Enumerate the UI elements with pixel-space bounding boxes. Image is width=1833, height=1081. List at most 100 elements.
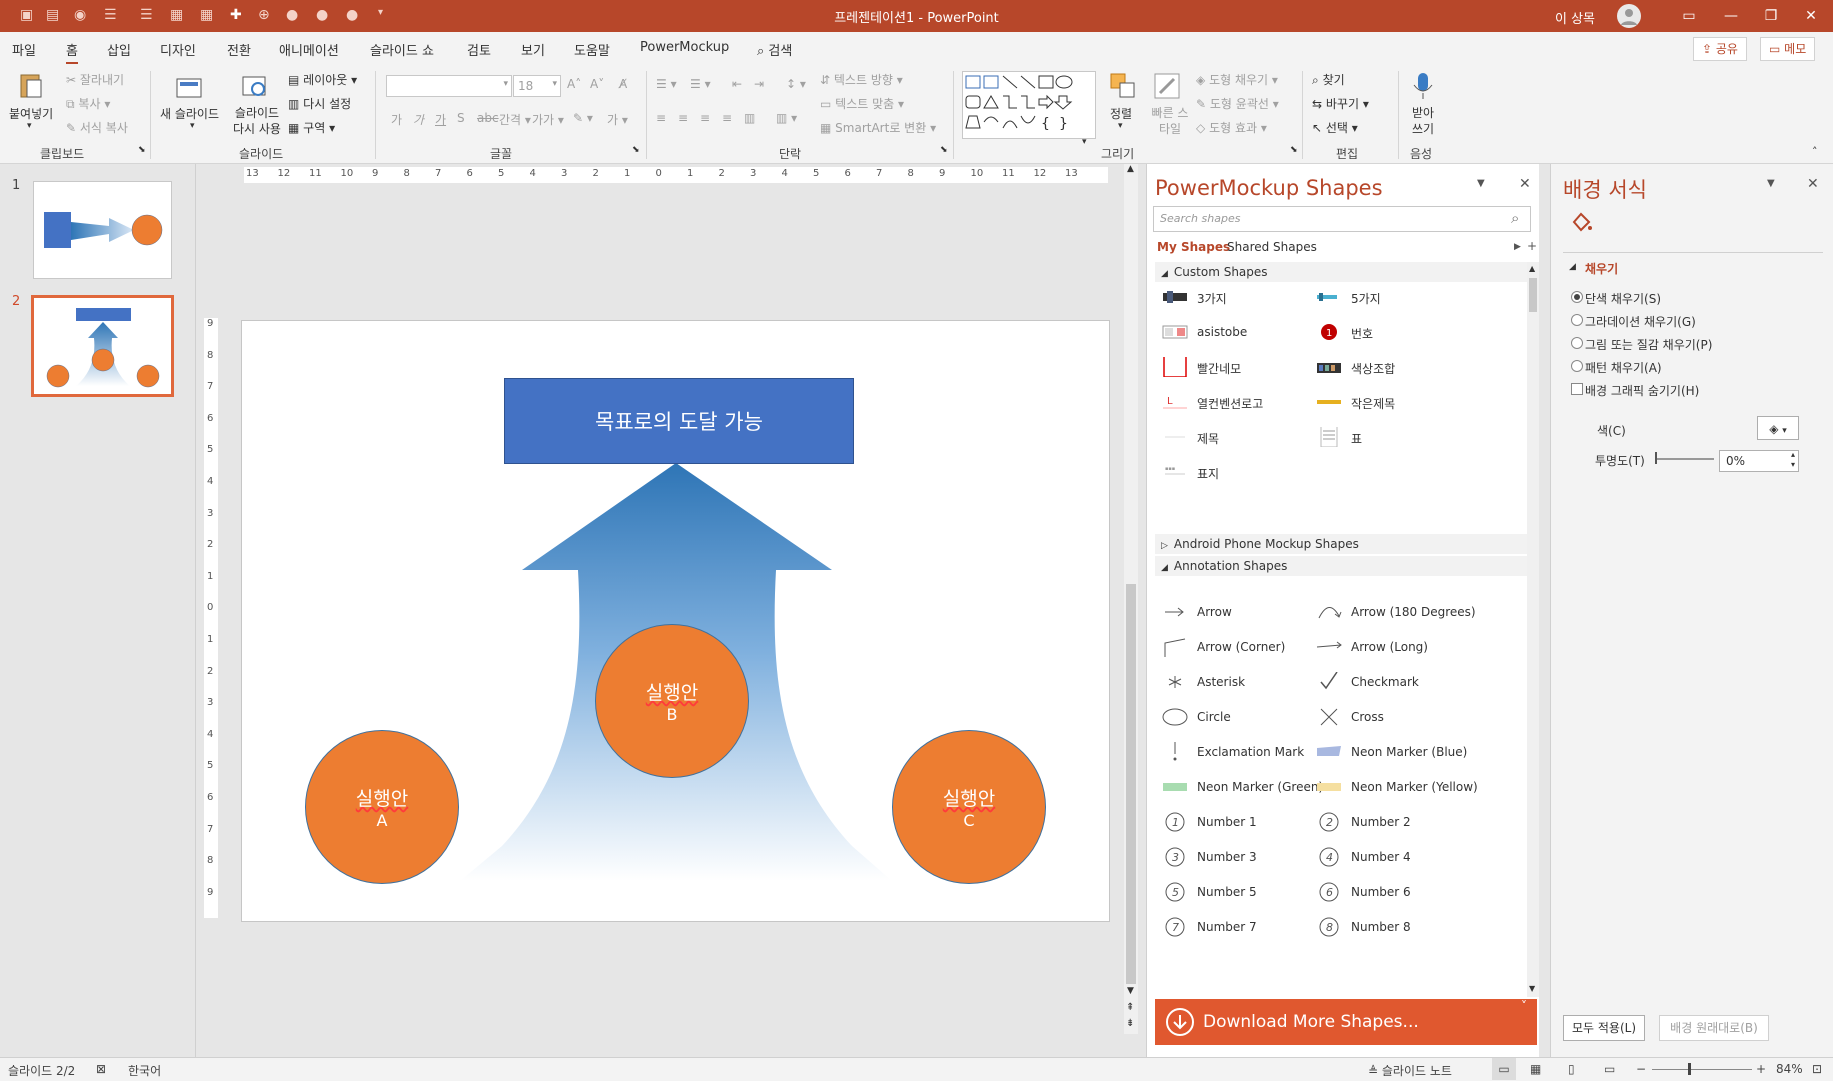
tab-review[interactable]: 검토 [467, 40, 491, 59]
font-launcher-icon[interactable]: ⬊ [632, 145, 640, 155]
paste-button[interactable]: 붙여넣기 [9, 105, 53, 122]
section-button[interactable]: ▦ 구역 ▾ [288, 119, 335, 136]
shape-item[interactable]: Arrow [1165, 605, 1232, 619]
columns-icon[interactable]: ▥ ▾ [776, 111, 797, 125]
tab-powermockup[interactable]: PowerMockup [640, 40, 729, 55]
shadow-icon[interactable]: S [457, 111, 465, 125]
clear-format-icon[interactable]: A̸ [619, 77, 627, 91]
reset-button[interactable]: ▥ 다시 설정 [288, 95, 351, 112]
slide-thumbnail-2[interactable] [31, 295, 174, 397]
paste-icon[interactable] [16, 71, 46, 101]
arrange-dropdown-icon[interactable]: ▾ [1118, 121, 1123, 131]
shape-list-scrollbar[interactable]: ▲ ▼ [1527, 262, 1539, 997]
shapes-more-icon[interactable]: ▾ [1082, 137, 1087, 147]
bold-icon[interactable]: 가 [391, 111, 402, 128]
tab-design[interactable]: 디자인 [160, 40, 196, 59]
underline-icon[interactable]: 가 [435, 111, 446, 128]
smartart-button[interactable]: ▦ SmartArt로 변환 ▾ [820, 119, 936, 136]
chevron-down-icon[interactable]: ˅ [1521, 999, 1527, 1013]
paragraph-launcher-icon[interactable]: ⬊ [940, 145, 948, 155]
shape-item[interactable]: Neon Marker (Green) [1163, 780, 1323, 794]
shape-effects-button[interactable]: ◇ 도형 효과 ▾ [1196, 119, 1267, 136]
char-spacing-icon[interactable]: 간격 ▾ [499, 111, 531, 128]
tab-insert[interactable]: 삽입 [107, 40, 131, 59]
pattern-fill-option[interactable]: 패턴 채우기(A) [1571, 359, 1662, 376]
shape-item[interactable]: 작은제목 [1317, 395, 1395, 412]
align-center-icon[interactable]: ≡ [678, 111, 688, 125]
bullets-button-icon[interactable]: ☰ ▾ [656, 77, 677, 91]
font-name-dropdown[interactable]: ▾ [386, 75, 512, 97]
distribute-icon[interactable]: ▥ [744, 111, 755, 125]
increase-indent-icon[interactable]: ⇥ [754, 77, 764, 91]
font-color-icon[interactable]: 가 ▾ [607, 111, 628, 128]
comments-button[interactable]: ▭ 메모 [1760, 37, 1816, 61]
tab-animations[interactable]: 애니메이션 [279, 40, 339, 59]
scroll-down-icon[interactable]: ▼ [1529, 984, 1535, 993]
tab-transitions[interactable]: 전환 [227, 40, 251, 59]
spell-check-icon[interactable]: ⊠ [96, 1062, 106, 1076]
shape-item[interactable]: Arrow (180 Degrees) [1318, 605, 1476, 619]
layout-button[interactable]: ▤ 레이아웃 ▾ [288, 71, 357, 88]
clipboard-launcher-icon[interactable]: ⬊ [138, 145, 146, 155]
shape-item[interactable]: 2 Number 2 [1319, 812, 1411, 832]
new-slide-button[interactable]: 새 슬라이드 [160, 105, 219, 122]
shape-item[interactable]: Arrow (Long) [1316, 640, 1428, 654]
vertical-scrollbar[interactable]: ▲ ▼ ⇞ ⇟ [1124, 164, 1138, 1034]
spinner-icon[interactable]: ▴ ▾ [1791, 450, 1795, 470]
zoom-out-icon[interactable]: − [1636, 1062, 1646, 1076]
align-text-button[interactable]: ▭ 텍스트 맞춤 ▾ [820, 95, 904, 112]
collapse-ribbon-icon[interactable]: ˄ [1812, 145, 1818, 158]
shape-item[interactable]: 3가지 [1163, 290, 1227, 307]
restore-button[interactable]: ❐ [1751, 4, 1791, 28]
shape-item[interactable]: Cross [1320, 708, 1384, 726]
slider-handle[interactable] [1655, 452, 1657, 464]
fit-to-window-icon[interactable]: ⊡ [1812, 1062, 1822, 1076]
justify-icon[interactable]: ≡ [722, 111, 732, 125]
tab-help[interactable]: 도움말 [574, 40, 610, 59]
quick-styles-button[interactable]: 빠른 스타일 [1150, 105, 1190, 137]
transparency-slider[interactable] [1656, 458, 1714, 460]
normal-view-icon[interactable]: ▭ [1492, 1058, 1516, 1080]
notes-button[interactable]: ≜ 슬라이드 노트 [1368, 1062, 1452, 1079]
option-a-circle[interactable]: 실행안 A [305, 730, 459, 884]
tab-my-shapes[interactable]: My Shapes [1157, 240, 1230, 254]
fill-section-header[interactable]: 채우기 [1585, 260, 1618, 277]
section-custom-shapes[interactable]: ◢ Custom Shapes [1155, 262, 1527, 282]
strikethrough-icon[interactable]: abc [477, 111, 499, 125]
download-more-shapes-button[interactable]: Download More Shapes... ˅ [1155, 999, 1537, 1045]
select-button[interactable]: ↖ 선택 ▾ [1312, 119, 1358, 136]
new-slide-icon[interactable] [174, 71, 204, 101]
line-spacing-icon[interactable]: ↕ ▾ [786, 77, 806, 91]
new-slide-dropdown-icon[interactable]: ▾ [190, 121, 195, 131]
search-input[interactable]: Search shapes ⌕ [1153, 206, 1531, 232]
pane-options-icon[interactable]: ▼ [1767, 178, 1775, 189]
zoom-in-icon[interactable]: + [1756, 1062, 1766, 1076]
reset-background-button[interactable]: 배경 원래대로(B) [1659, 1015, 1769, 1041]
shape-item[interactable]: 5 Number 5 [1165, 882, 1257, 902]
shape-outline-button[interactable]: ✎ 도형 윤곽선 ▾ [1196, 95, 1279, 112]
tab-slideshow[interactable]: 슬라이드 쇼 [370, 40, 434, 59]
find-button[interactable]: ⌕ 찾기 [1312, 71, 1345, 88]
change-case-icon[interactable]: 가가 ▾ [532, 111, 564, 128]
dictate-button[interactable]: 받아쓰기 [1408, 105, 1438, 137]
shape-item[interactable]: 색상조합 [1317, 360, 1395, 377]
shape-item[interactable]: 7 Number 7 [1165, 917, 1257, 937]
replace-button[interactable]: ⇆ 바꾸기 ▾ [1312, 95, 1369, 112]
radio[interactable] [1571, 360, 1583, 372]
italic-icon[interactable]: 가 [413, 111, 424, 128]
scroll-up-icon[interactable]: ▲ [1127, 164, 1134, 174]
checkbox[interactable] [1571, 383, 1583, 395]
shape-item[interactable]: asistobe [1162, 325, 1247, 339]
shape-item[interactable]: 빨간네모 [1163, 357, 1241, 377]
shape-item[interactable]: Neon Marker (Yellow) [1317, 780, 1478, 794]
user-name[interactable]: 이 상목 [1555, 8, 1595, 27]
drawing-launcher-icon[interactable]: ⬊ [1290, 145, 1298, 155]
pane-options-icon[interactable]: ▼ [1477, 178, 1485, 189]
zoom-slider-handle[interactable] [1688, 1063, 1691, 1075]
close-pane-icon[interactable]: ✕ [1519, 176, 1531, 192]
goal-box[interactable]: 목표로의 도달 가능 [504, 378, 854, 464]
zoom-slider[interactable] [1652, 1069, 1752, 1070]
tab-view[interactable]: 보기 [521, 40, 545, 59]
shape-item[interactable]: Neon Marker (Blue) [1317, 745, 1467, 759]
decrease-indent-icon[interactable]: ⇤ [732, 77, 742, 91]
